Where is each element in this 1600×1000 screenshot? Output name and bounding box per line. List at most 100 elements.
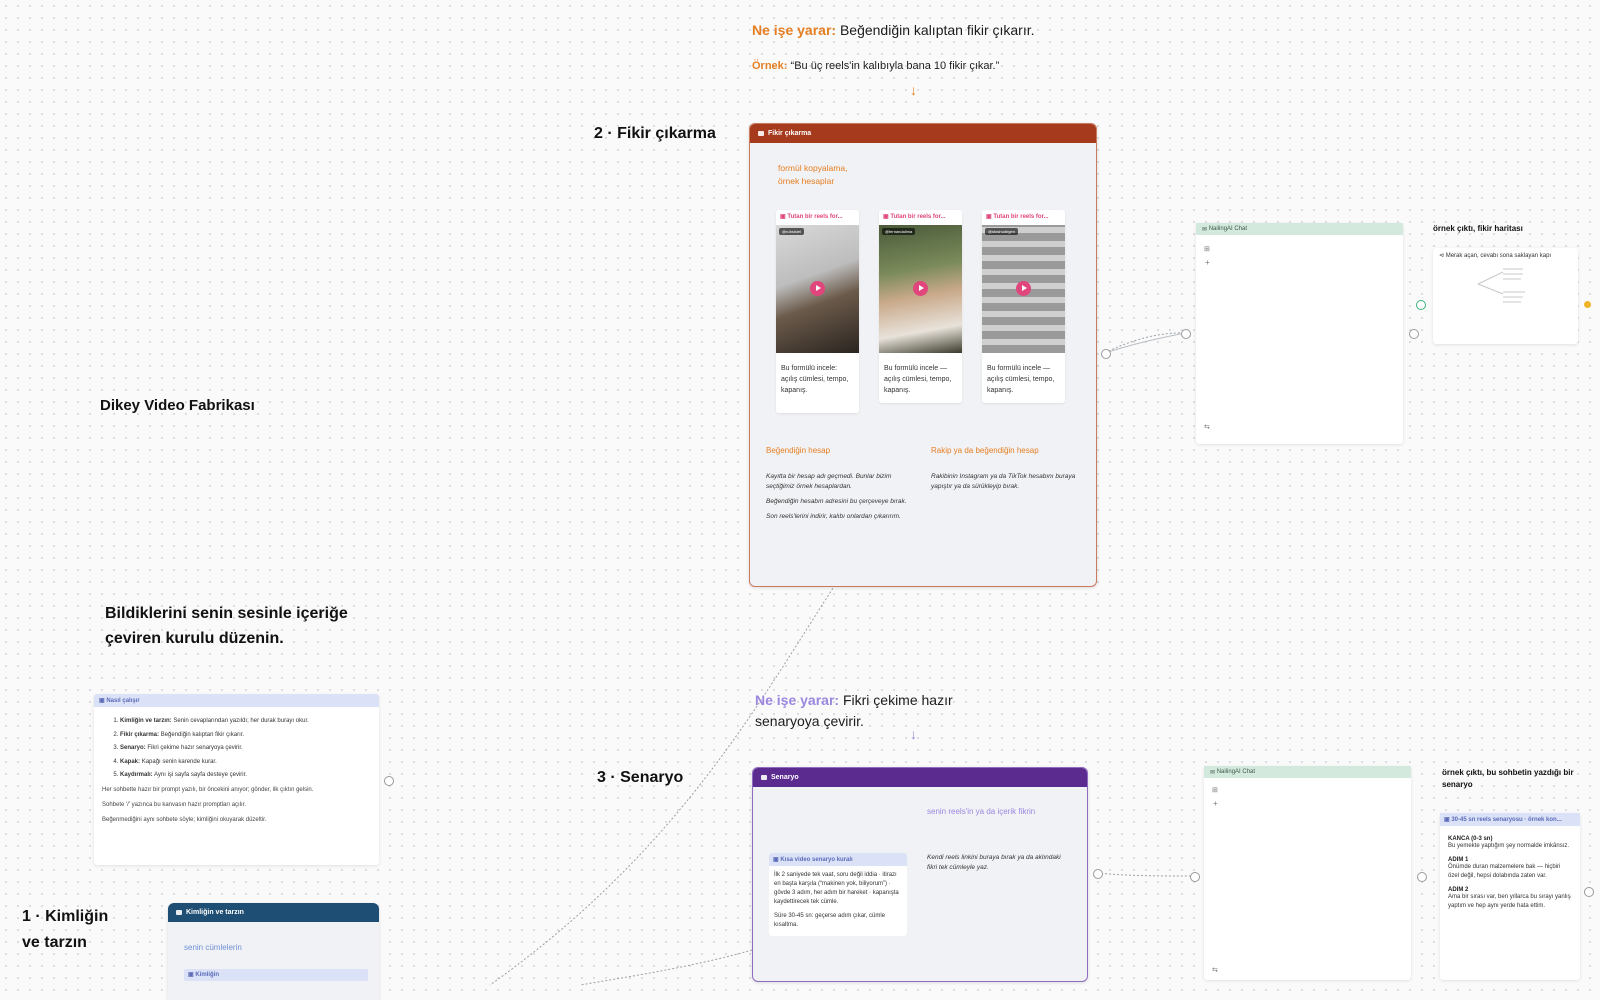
chat-panel[interactable]: ✉ NailingAI Chat ⊞ + ⇆ [1204,766,1411,980]
reel-caption: Bu formülü incele: açılış cümlesi, tempo… [776,357,859,413]
arrow-down-icon: ↓ [910,82,917,98]
swap-icon[interactable]: ⇆ [1212,966,1218,974]
how-note: Her sohbette hazır bir prompt yazılı, bi… [102,786,314,793]
doc-icon: ▣ [1444,817,1450,823]
reel-handle: @fernandalima [882,228,916,235]
senaryo-subtitle: senin reels'in ya da içerik fikrin [927,807,1036,816]
chat-icon: ✉ [1202,226,1208,233]
plus-icon[interactable]: + [1205,258,1210,267]
chat-title: NailingAI Chat [1208,226,1248,232]
step2-label: 2 · Fikir çıkarma [594,125,716,142]
reel-card[interactable]: ▣ Tutan bir reels for... @stoshudirgen B… [982,210,1065,403]
instagram-icon: ▣ [883,214,889,220]
right-col-title: Rakip ya da beğendiğin hesap [931,446,1039,455]
swap-icon[interactable]: ⇆ [1204,423,1210,431]
reel-header-text: Tutan bir reels for... [890,214,946,220]
plus-icon[interactable]: + [1213,799,1218,808]
play-icon[interactable] [913,281,928,296]
kimlik-card[interactable]: Kimliğin ve tarzın senin cümlelerin ▣ Ki… [168,903,379,1000]
connector-handle[interactable] [384,776,394,786]
left-col-line: Son reels'lerini indirir, kalıbı onlarda… [766,513,901,520]
connector-handle[interactable] [1416,300,1426,310]
scenario-rule-text: Süre 30-45 sn: geçerse adım çıkar, cümle… [774,913,886,928]
fikir-output-label: örnek çıktı, fikir haritası [1433,224,1523,233]
senaryo-output-card[interactable]: ▣ 30-45 sn reels senaryosu · örnek kon..… [1440,813,1580,980]
step-bold: Kaydırmalı: [120,772,153,778]
scenario-rule-box[interactable]: ▣ Kısa video senaryo kuralı İlk 2 saniye… [769,853,907,936]
how-note: Sohbete '/' yazınca bu kanvasın hazır pr… [102,801,247,808]
play-icon[interactable] [1016,281,1031,296]
senaryo-card[interactable]: Senaryo senin reels'in ya da içerik fikr… [752,767,1088,982]
reel-header: ▣ Tutan bir reels for... [982,210,1065,225]
step-text: Senin cevaplarından yazıldı; her durak b… [173,718,309,724]
how-note: Beğenmediğini aynı sohbete söyle; kimliğ… [102,816,267,823]
step1-label-line: ve tarzın [22,934,87,951]
canvas-tagline: Bildiklerini senin sesinle içeriğe çevir… [105,605,348,647]
connector-handle[interactable] [1409,329,1419,339]
reel-thumbnail[interactable]: @rubsistel [776,225,859,353]
grid-icon[interactable]: ⊞ [1212,786,1218,794]
reel-card[interactable]: ▣ Tutan bir reels for... @rubsistel Bu f… [776,210,859,413]
step-text: Aynı işi sayfa sayfa desteye çevirir. [154,772,247,778]
scenario-rule-title: Kısa video senaryo kuralı [780,857,853,863]
kimlik-card-title: Kimliğin ve tarzın [186,909,244,916]
right-col-text: Rakibinin Instagram ya da TikTok hesabın… [931,473,1076,490]
senaryo-card-title: Senaryo [771,774,799,781]
reel-header: ▣ Tutan bir reels for... [879,210,962,225]
kimlik-card-header[interactable]: Kimliğin ve tarzın [168,903,379,922]
arrow-down-icon: ↓ [910,726,917,742]
connector-handle[interactable] [1417,872,1427,882]
senaryo-card-header[interactable]: Senaryo [753,768,1087,787]
reel-header-text: Tutan bir reels for... [993,214,1049,220]
how-step: Kapak: Kapağı senin karende kurar. [120,756,379,770]
grid-icon[interactable]: ⊞ [1204,245,1210,253]
reel-caption: Bu formülü incele — açılış cümlesi, temp… [879,357,962,403]
connector-handle[interactable] [1101,349,1111,359]
step-bold: Kapak: [120,758,141,765]
doc-icon: ▣ [188,972,194,978]
reel-thumbnail[interactable]: @fernandalima [879,225,962,353]
step2-purpose: Ne işe yarar: Beğendiğin kalıptan fikir … [752,22,1035,38]
folder-icon [758,131,764,136]
section-text: Ama bir sırası var, ben yıllarca bu sıra… [1448,894,1571,909]
instagram-icon: ▣ [986,214,992,220]
senaryo-output-title: 30-45 sn reels senaryosu · örnek kon... [1451,817,1562,823]
connector-handle[interactable] [1584,887,1594,897]
step3-purpose: Ne işe yarar: Fikri çekime hazır senaryo… [755,690,985,732]
chat-icon: ✉ [1210,769,1216,776]
kimlik-inner-title: Kimliğin [195,972,220,978]
reel-header-text: Tutan bir reels for... [787,214,843,220]
reel-thumbnail[interactable]: @stoshudirgen [982,225,1065,353]
connector-handle[interactable] [1181,329,1191,339]
folder-icon [176,910,182,915]
senaryo-output-header: ▣ 30-45 sn reels senaryosu · örnek kon..… [1440,813,1580,826]
step-bold: Senaryo: [120,745,146,751]
step-text: Kapağı senin karende kurar. [141,758,217,765]
chat-panel[interactable]: ✉ NailingAI Chat ⊞ + ⇆ [1196,223,1403,444]
connector-handle[interactable] [1190,872,1200,882]
kimlik-inner[interactable]: ▣ Kimliğin [184,969,368,981]
purpose-prefix: Ne işe yarar: [755,692,840,708]
chat-panel-header: ✉ NailingAI Chat [1204,766,1411,778]
reel-caption: Bu formülü incele — açılış cümlesi, temp… [982,357,1065,403]
chat-title: NailingAI Chat [1216,769,1256,775]
doc-icon: ▣ [99,698,105,704]
connector-handle[interactable] [1093,869,1103,879]
left-col-title: Beğendiğin hesap [766,446,831,455]
how-it-works-card[interactable]: ▣ Nasıl çalışır Kimliğin ve tarzın: Seni… [94,694,379,865]
scenario-rule-header: ▣ Kısa video senaryo kuralı [769,853,907,866]
fikir-card-header[interactable]: Fikir çıkarma [750,124,1096,143]
step1-label-line: 1 · Kimliğin [22,908,109,925]
reel-card[interactable]: ▣ Tutan bir reels for... @fernandalima B… [879,210,962,403]
play-icon[interactable] [810,281,825,296]
step-text: Fikri çekime hazır senaryoya çevirir. [147,745,243,751]
how-steps: Kimliğin ve tarzın: Senin cevaplarından … [94,715,379,783]
fikir-card[interactable]: Fikir çıkarma formül kopyalama, örnek he… [749,123,1097,587]
mindmap-preview [1477,268,1525,303]
kimlik-subtitle: senin cümlelerin [184,943,242,952]
left-col-line: Beğendiğin hesabın adresini bu çerçeveye… [766,498,907,505]
senaryo-output-body: KANCA (0-3 sn) Bu yemekte yaptığım şey n… [1440,826,1580,915]
reel-handle: @stoshudirgen [985,228,1018,235]
how-header: ▣ Nasıl çalışır [94,694,379,707]
fikir-output-card[interactable]: ⊲ Merak açan, cevabı sona saklayan kapı [1433,248,1578,344]
